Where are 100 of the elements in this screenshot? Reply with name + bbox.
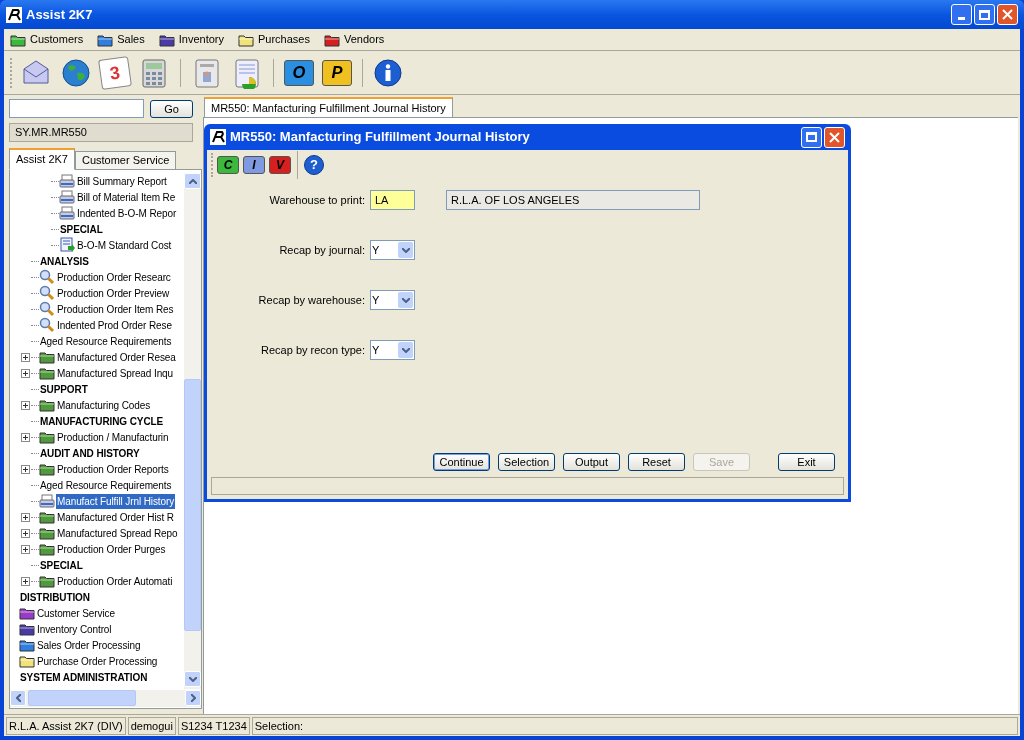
tree-item[interactable]: Production Order Automati: [56, 573, 174, 589]
tree-item[interactable]: Manufactured Spread Repo: [56, 525, 179, 541]
expand-icon[interactable]: [21, 512, 30, 522]
tree-heading: AUDIT AND HISTORY: [39, 446, 141, 461]
vertical-scrollbar[interactable]: [184, 173, 201, 689]
tree-item[interactable]: Bill Summary Report: [76, 173, 168, 189]
printer-icon: [39, 494, 55, 508]
window-title: Assist 2K7: [26, 5, 93, 24]
tree-item[interactable]: Customer Service: [36, 605, 116, 621]
field-label: Recap by recon type:: [260, 342, 366, 358]
tab[interactable]: Assist 2K7: [9, 148, 75, 170]
expand-icon[interactable]: [21, 464, 30, 474]
expand-icon[interactable]: [21, 352, 30, 362]
tree-item[interactable]: Production Order Reports: [56, 461, 170, 477]
description-field: R.L.A. OF LOS ANGELES: [446, 190, 700, 210]
help-icon[interactable]: ?: [304, 155, 324, 175]
chevron-left-icon: [15, 694, 21, 702]
folder-icon[interactable]: O: [284, 59, 314, 86]
magnifier-icon: [39, 317, 55, 333]
scroll-right-button[interactable]: [185, 690, 201, 706]
magnifier-icon: [39, 285, 55, 301]
chevron-down-icon: [401, 347, 410, 353]
folder-icon[interactable]: P: [322, 59, 352, 86]
button[interactable]: Continue: [433, 453, 490, 471]
magnifier-icon: [39, 269, 55, 285]
app-logo-icon: [210, 129, 226, 145]
tree-item[interactable]: Manufactured Order Hist R: [56, 509, 175, 525]
button[interactable]: Output: [563, 453, 620, 471]
dropdown[interactable]: Y: [370, 340, 415, 360]
printer-icon: [59, 174, 75, 188]
tree-item[interactable]: Production / Manufacturin: [56, 429, 170, 445]
folder-icon[interactable]: I: [243, 156, 265, 174]
tree-item[interactable]: Manufacturing Codes: [56, 397, 152, 413]
tree-item[interactable]: Inventory Control: [36, 621, 113, 637]
tree-item[interactable]: B-O-M Standard Cost: [76, 237, 173, 253]
menu-item[interactable]: Purchases: [237, 29, 310, 50]
tab[interactable]: MR550: Manfacturing Fulfillment Journal History: [204, 97, 453, 117]
dropdown-value: Y: [371, 342, 381, 358]
dropdown[interactable]: Y: [370, 290, 415, 310]
tree-item[interactable]: Production Order Item Res: [56, 301, 175, 317]
tree-item[interactable]: Purchase Order Processing: [36, 653, 159, 669]
tree-item[interactable]: Aged Resource Requirements: [39, 333, 173, 349]
tree-item[interactable]: Production Order Purges: [56, 541, 167, 557]
scroll-thumb[interactable]: [28, 690, 136, 706]
expand-icon[interactable]: [21, 368, 30, 378]
scroll-down-button[interactable]: [184, 671, 201, 687]
expand-icon[interactable]: [21, 544, 30, 554]
menu-item[interactable]: Customers: [10, 29, 84, 50]
dropdown-value: Y: [371, 292, 381, 308]
field-label: Recap by warehouse:: [257, 292, 366, 308]
scroll-up-button[interactable]: [184, 173, 201, 189]
expand-icon[interactable]: [21, 432, 30, 442]
close-button[interactable]: [824, 126, 845, 148]
tree-item[interactable]: Production Order Preview: [56, 285, 171, 301]
field-label: Warehouse to print:: [268, 192, 366, 208]
tree-item[interactable]: Indented Prod Order Rese: [56, 317, 173, 333]
button[interactable]: Reset: [628, 453, 685, 471]
chevron-down-icon: [401, 247, 410, 253]
close-button[interactable]: [997, 4, 1018, 25]
tree-item[interactable]: Manufactured Order Resea: [56, 349, 177, 365]
scroll-thumb[interactable]: [184, 379, 201, 631]
tree-heading: DISTRIBUTION: [19, 590, 91, 605]
expand-icon[interactable]: [21, 400, 30, 410]
magnifier-icon: [39, 301, 55, 317]
maximize-button[interactable]: [974, 4, 995, 25]
tree-item[interactable]: Sales Order Processing: [36, 637, 142, 653]
field-label: Recap by journal:: [278, 242, 366, 258]
info-icon[interactable]: [373, 57, 403, 88]
go-button[interactable]: Go: [150, 99, 193, 118]
tree-item[interactable]: Manufactured Spread Inqu: [56, 365, 174, 381]
menu-item[interactable]: Sales: [97, 29, 145, 50]
folder-icon[interactable]: V: [269, 156, 291, 174]
search-field[interactable]: [9, 99, 144, 118]
printer-icon: [59, 190, 75, 204]
menu-item[interactable]: Inventory: [158, 29, 224, 50]
menu-item[interactable]: Vendors: [323, 29, 385, 50]
folder-icon[interactable]: C: [217, 156, 239, 174]
dropdown-value: Y: [371, 242, 381, 258]
dropdown[interactable]: Y: [370, 240, 415, 260]
button[interactable]: Selection: [498, 453, 555, 471]
horizontal-scrollbar[interactable]: [10, 690, 201, 707]
status-text: demogui: [127, 716, 176, 735]
input-field[interactable]: LA: [370, 190, 415, 210]
tree-item[interactable]: Manufact Fulfill Jrnl History: [56, 493, 176, 509]
tree-heading: SYSTEM ADMINISTRATION: [19, 670, 149, 685]
tree-item[interactable]: Indented B-O-M Repor: [76, 205, 178, 221]
tree-item[interactable]: Bill of Material Item Re: [76, 189, 177, 205]
minimize-button[interactable]: [951, 4, 972, 25]
expand-icon[interactable]: [21, 576, 30, 586]
tree-item[interactable]: Production Order Researc: [56, 269, 172, 285]
button[interactable]: Exit: [778, 453, 835, 471]
scroll-left-button[interactable]: [10, 690, 26, 706]
expand-icon[interactable]: [21, 528, 30, 538]
calendar-icon[interactable]: 3: [98, 55, 132, 90]
close-icon: [829, 131, 840, 143]
chevron-right-icon: [190, 694, 196, 702]
tree-heading: MANUFACTURING CYCLE: [39, 414, 165, 429]
maximize-button[interactable]: [801, 126, 822, 148]
tree-item[interactable]: Aged Resource Requirements: [39, 477, 173, 493]
globe-icon[interactable]: [60, 56, 92, 89]
